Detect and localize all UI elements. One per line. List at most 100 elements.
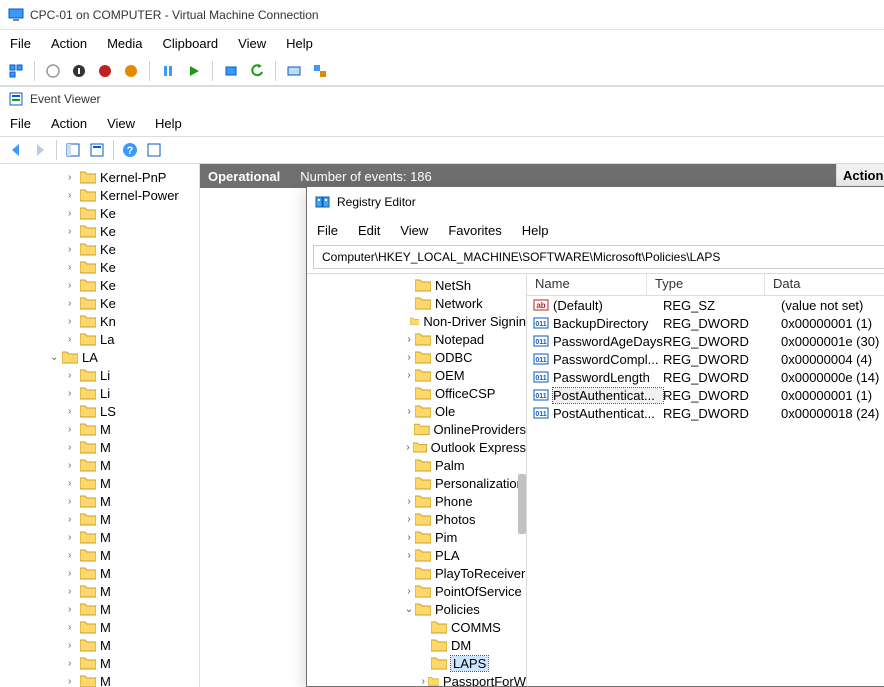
start-icon[interactable] — [43, 61, 63, 81]
tree-item[interactable]: ›M — [0, 492, 199, 510]
reg-tree-item[interactable]: ›Outlook Express — [307, 438, 526, 456]
tree-item[interactable]: ›M — [0, 510, 199, 528]
show-tree-icon[interactable] — [63, 140, 83, 160]
reg-tree-item[interactable]: ›Ole — [307, 402, 526, 420]
reg-tree-item[interactable]: PlayToReceiver — [307, 564, 526, 582]
reg-tree-item[interactable]: ›Phone — [307, 492, 526, 510]
scrollbar-thumb[interactable] — [518, 474, 526, 534]
tree-item[interactable]: ›Li — [0, 384, 199, 402]
tree-item[interactable]: ›M — [0, 564, 199, 582]
tree-item[interactable]: ›Kernel-Power — [0, 186, 199, 204]
reg-tree-item[interactable]: ›OEM — [307, 366, 526, 384]
regedit-path[interactable]: Computer\HKEY_LOCAL_MACHINE\SOFTWARE\Mic… — [313, 245, 884, 269]
reg-value-row[interactable]: 011PostAuthenticat...REG_DWORD0x00000018… — [527, 404, 884, 422]
re-menu-file[interactable]: File — [307, 219, 348, 242]
reg-tree-item[interactable]: Non-Driver Signin — [307, 312, 526, 330]
reg-tree-item[interactable]: ›Notepad — [307, 330, 526, 348]
reg-tree-item[interactable]: ⌄Policies — [307, 600, 526, 618]
tree-item[interactable]: ›M — [0, 618, 199, 636]
tree-item[interactable]: ›Ke — [0, 222, 199, 240]
reg-value-row[interactable]: 011PasswordLengthREG_DWORD0x0000000e (14… — [527, 368, 884, 386]
tree-item[interactable]: ›Ke — [0, 240, 199, 258]
tree-item[interactable]: ›Kn — [0, 312, 199, 330]
enhanced-icon[interactable] — [284, 61, 304, 81]
regedit-tree[interactable]: NetShNetworkNon-Driver Signin›Notepad›OD… — [307, 274, 527, 686]
re-menu-edit[interactable]: Edit — [348, 219, 390, 242]
regedit-values[interactable]: Name Type Data ab(Default)REG_SZ(value n… — [527, 274, 884, 686]
reg-tree-item[interactable]: OnlineProviders — [307, 420, 526, 438]
tree-item[interactable]: ›M — [0, 672, 199, 687]
save-icon[interactable] — [121, 61, 141, 81]
reg-tree-item[interactable]: ›Pim — [307, 528, 526, 546]
reg-tree-item[interactable]: ›PassportForW — [307, 672, 526, 686]
vm-menu-media[interactable]: Media — [97, 32, 152, 55]
help-icon[interactable]: ? — [120, 140, 140, 160]
reg-tree-item[interactable]: ›PLA — [307, 546, 526, 564]
tree-item[interactable]: ›Kernel-PnP — [0, 168, 199, 186]
tree-item[interactable]: ›M — [0, 600, 199, 618]
tree-item[interactable]: ›M — [0, 474, 199, 492]
tree-item[interactable]: ›M — [0, 438, 199, 456]
vm-menu-help[interactable]: Help — [276, 32, 323, 55]
reg-value-row[interactable]: 011BackupDirectoryREG_DWORD0x00000001 (1… — [527, 314, 884, 332]
tree-item[interactable]: ›Ke — [0, 204, 199, 222]
tree-item[interactable]: ⌄LA — [0, 348, 199, 366]
tree-item[interactable]: ›Ke — [0, 258, 199, 276]
reg-tree-item[interactable]: ›Photos — [307, 510, 526, 528]
reg-tree-item[interactable]: NetSh — [307, 276, 526, 294]
reg-tree-item[interactable]: Palm — [307, 456, 526, 474]
col-name[interactable]: Name — [527, 274, 647, 295]
re-menu-help[interactable]: Help — [512, 219, 559, 242]
reg-tree-item[interactable]: ›ODBC — [307, 348, 526, 366]
reset-icon[interactable] — [184, 61, 204, 81]
refresh-icon[interactable] — [144, 140, 164, 160]
reg-value-row[interactable]: 011PasswordCompl...REG_DWORD0x00000004 (… — [527, 350, 884, 368]
checkpoint-icon[interactable] — [221, 61, 241, 81]
regedit-titlebar[interactable]: Registry Editor — [307, 187, 884, 217]
ctrl-alt-del-icon[interactable] — [6, 61, 26, 81]
vm-menu-file[interactable]: File — [0, 32, 41, 55]
vm-menu-clipboard[interactable]: Clipboard — [153, 32, 229, 55]
reg-tree-item[interactable]: DM — [307, 636, 526, 654]
forward-icon[interactable] — [30, 140, 50, 160]
vm-menu-view[interactable]: View — [228, 32, 276, 55]
col-data[interactable]: Data — [765, 274, 884, 295]
ev-menu-action[interactable]: Action — [41, 112, 97, 135]
back-icon[interactable] — [6, 140, 26, 160]
turnoff-icon[interactable] — [69, 61, 89, 81]
re-menu-favorites[interactable]: Favorites — [438, 219, 511, 242]
ev-menu-view[interactable]: View — [97, 112, 145, 135]
tree-item[interactable]: ›Ke — [0, 294, 199, 312]
pause-icon[interactable] — [158, 61, 178, 81]
ev-menu-help[interactable]: Help — [145, 112, 192, 135]
reg-tree-item[interactable]: Personalization — [307, 474, 526, 492]
tree-item[interactable]: ›M — [0, 420, 199, 438]
tree-item[interactable]: ›Ke — [0, 276, 199, 294]
reg-value-row[interactable]: ab(Default)REG_SZ(value not set) — [527, 296, 884, 314]
reg-value-row[interactable]: 011PostAuthenticat...REG_DWORD0x00000001… — [527, 386, 884, 404]
share-icon[interactable] — [310, 61, 330, 81]
properties-icon[interactable] — [87, 140, 107, 160]
reg-value-row[interactable]: 011PasswordAgeDaysREG_DWORD0x0000001e (3… — [527, 332, 884, 350]
re-menu-view[interactable]: View — [390, 219, 438, 242]
tree-item[interactable]: ›M — [0, 654, 199, 672]
tree-item[interactable]: ›M — [0, 456, 199, 474]
reg-tree-item[interactable]: Network — [307, 294, 526, 312]
tree-item[interactable]: ›M — [0, 582, 199, 600]
tree-item[interactable]: ›Li — [0, 366, 199, 384]
col-type[interactable]: Type — [647, 274, 765, 295]
tree-item[interactable]: ›LS — [0, 402, 199, 420]
tree-item[interactable]: ›La — [0, 330, 199, 348]
revert-icon[interactable] — [247, 61, 267, 81]
reg-tree-item[interactable]: ›PointOfService — [307, 582, 526, 600]
tree-item[interactable]: ›M — [0, 528, 199, 546]
reg-tree-item[interactable]: COMMS — [307, 618, 526, 636]
tree-item[interactable]: ›M — [0, 546, 199, 564]
ev-menu-file[interactable]: File — [0, 112, 41, 135]
tree-item[interactable]: ›M — [0, 636, 199, 654]
values-header[interactable]: Name Type Data — [527, 274, 884, 296]
vm-menu-action[interactable]: Action — [41, 32, 97, 55]
shutdown-icon[interactable] — [95, 61, 115, 81]
event-tree[interactable]: ›Kernel-PnP›Kernel-Power›Ke›Ke›Ke›Ke›Ke›… — [0, 164, 200, 687]
reg-tree-item[interactable]: OfficeCSP — [307, 384, 526, 402]
